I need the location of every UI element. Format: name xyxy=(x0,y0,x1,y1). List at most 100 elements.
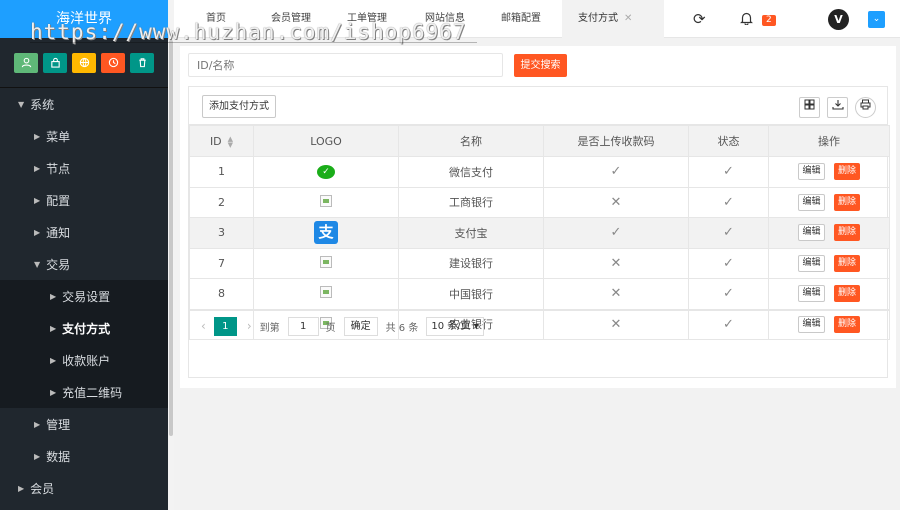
tab-email-config[interactable]: 邮箱配置 xyxy=(501,0,541,38)
sidebar-item-receiving-accounts[interactable]: ▶ 收款账户 xyxy=(0,344,168,376)
lock-icon[interactable] xyxy=(43,52,67,73)
tab-home[interactable]: 首页 xyxy=(206,0,226,38)
next-page-icon[interactable]: › xyxy=(247,319,252,333)
chevron-right-icon: ▶ xyxy=(34,227,41,237)
chevron-right-icon: ▶ xyxy=(50,355,57,365)
column-filter-icon[interactable] xyxy=(799,97,820,118)
page-size-select[interactable]: 10 条/页 ▾ xyxy=(426,316,484,336)
payment-table-container: 添加支付方式 ID ▲ ▼ LOGO 名称 是否上传收款码 状态 操作 1 ✓ … xyxy=(188,86,890,378)
chevron-right-icon: ▶ xyxy=(34,419,41,429)
cell-upload-qr: ✕ xyxy=(543,278,689,310)
chevron-right-icon: ▶ xyxy=(34,131,41,141)
chevron-right-icon: ▶ xyxy=(34,195,41,205)
column-header-name: 名称 xyxy=(398,125,544,157)
cell-upload-qr: ✓ xyxy=(543,217,689,249)
chevron-right-icon: ▶ xyxy=(50,387,57,397)
cell-id: 8 xyxy=(189,278,254,310)
edit-button[interactable]: 编辑 xyxy=(798,254,825,272)
refresh-icon[interactable]: ⟳ xyxy=(693,10,706,28)
tab-ticket-management[interactable]: 工单管理 xyxy=(347,0,387,38)
delete-button[interactable]: 删除 xyxy=(834,285,860,303)
sidebar-scrollbar[interactable] xyxy=(168,0,174,510)
tab-site-info[interactable]: 网站信息 xyxy=(425,0,465,38)
cell-status: ✓ xyxy=(688,217,769,249)
sidebar-item-manage[interactable]: ▶ 管理 xyxy=(0,408,168,440)
cell-id: 7 xyxy=(189,247,254,279)
sidebar-item-label: 交易 xyxy=(46,257,71,272)
cell-name: 微信支付 xyxy=(398,156,544,188)
check-icon: ✓ xyxy=(610,225,622,241)
search-input[interactable] xyxy=(188,53,503,77)
export-icon[interactable] xyxy=(827,97,848,118)
delete-button[interactable]: 删除 xyxy=(834,193,860,211)
cell-logo xyxy=(253,186,399,218)
sidebar-item-label: 收款账户 xyxy=(62,353,111,368)
goto-page-input[interactable]: 1 xyxy=(287,316,319,336)
globe-icon[interactable] xyxy=(72,52,96,73)
edit-button[interactable]: 编辑 xyxy=(798,163,825,181)
page-unit-label: 页 xyxy=(325,322,336,334)
edit-button[interactable]: 编辑 xyxy=(798,285,825,303)
delete-button[interactable]: 删除 xyxy=(834,224,860,242)
cell-status: ✓ xyxy=(688,247,769,279)
search-submit-button[interactable]: 提交搜索 xyxy=(514,54,567,77)
add-payment-method-button[interactable]: 添加支付方式 xyxy=(202,95,276,118)
delete-button[interactable]: 删除 xyxy=(834,163,860,181)
sort-icon[interactable]: ▲ ▼ xyxy=(228,135,233,148)
sidebar-item-payment-methods[interactable]: ▶ 支付方式 xyxy=(0,312,168,344)
broken-image-icon xyxy=(320,286,332,299)
tab-label: 支付方式 xyxy=(578,13,618,24)
edit-button[interactable]: 编辑 xyxy=(798,193,825,211)
brand-title[interactable]: 海洋世界 xyxy=(0,0,168,38)
sidebar-item-data[interactable]: ▶ 数据 xyxy=(0,440,168,472)
clock-icon[interactable] xyxy=(101,52,125,73)
avatar[interactable]: V xyxy=(828,9,849,30)
cell-status: ✓ xyxy=(688,278,769,310)
column-header-id[interactable]: ID ▲ ▼ xyxy=(189,125,254,157)
sidebar-item-system[interactable]: ▼ 系统 xyxy=(0,88,168,120)
sidebar-item-config[interactable]: ▶ 配置 xyxy=(0,184,168,216)
cell-status: ✓ xyxy=(688,186,769,218)
tab-member-management[interactable]: 会员管理 xyxy=(271,0,311,38)
prev-page-icon[interactable]: ‹ xyxy=(201,319,206,333)
broken-image-icon xyxy=(320,255,332,268)
sidebar-item-node[interactable]: ▶ 节点 xyxy=(0,152,168,184)
trash-icon[interactable] xyxy=(130,52,154,73)
delete-button[interactable]: 删除 xyxy=(834,254,860,272)
sidebar-item-recharge-qrcode[interactable]: ▶ 充值二维码 xyxy=(0,376,168,408)
quick-actions xyxy=(0,38,168,88)
watermark-underline xyxy=(30,42,477,43)
top-bar: 首页 会员管理 工单管理 网站信息 邮箱配置 支付方式 ✕ ⟳ 2 V ⌄ xyxy=(174,0,900,38)
column-header-upload-qr: 是否上传收款码 xyxy=(543,125,689,157)
main-panel: 提交搜索 添加支付方式 ID▲▼ LOGO 名称 是否上传收款码 xyxy=(180,46,896,388)
cell-actions: 编辑 删除 xyxy=(768,217,890,249)
cell-upload-qr: ✓ xyxy=(543,156,689,188)
table-row: 2 工商银行 ✕ ✓ 编辑 删除 xyxy=(189,186,890,218)
cell-logo: 支 xyxy=(253,217,399,249)
cross-icon: ✕ xyxy=(610,286,622,302)
user-icon[interactable] xyxy=(14,52,38,73)
cell-id: 2 xyxy=(189,186,254,218)
close-icon[interactable]: ✕ xyxy=(624,13,632,24)
sidebar-item-menu[interactable]: ▶ 菜单 xyxy=(0,120,168,152)
cell-actions: 编辑 删除 xyxy=(768,186,890,218)
tab-payment-methods[interactable]: 支付方式 ✕ xyxy=(562,0,664,38)
scrollbar-thumb[interactable] xyxy=(169,40,173,436)
check-icon: ✓ xyxy=(723,164,734,180)
sidebar-item-trade[interactable]: ▼ 交易 xyxy=(0,248,168,280)
print-icon[interactable] xyxy=(855,97,876,118)
chevron-down-icon[interactable]: ⌄ xyxy=(868,11,885,28)
sidebar-item-label: 系统 xyxy=(30,97,55,112)
edit-button[interactable]: 编辑 xyxy=(798,224,825,242)
sidebar: 海洋世界 ▼ 系统 ▶ 菜单 ▶ 节点 ▶ 配置 ▶ 通知 ▼ 交易 ▶ 交易设置 ▶ 支付方式… xyxy=(0,0,168,510)
bell-icon[interactable] xyxy=(740,11,753,28)
sidebar-item-notice[interactable]: ▶ 通知 xyxy=(0,216,168,248)
sidebar-item-label: 节点 xyxy=(46,161,71,176)
cell-id: 3 xyxy=(189,217,254,249)
cell-name: 中国银行 xyxy=(398,278,544,310)
sidebar-item-member[interactable]: ▶ 会员 xyxy=(0,472,168,504)
table-toolbar: 添加支付方式 xyxy=(189,87,887,125)
goto-confirm-button[interactable]: 确定 xyxy=(343,316,378,336)
sidebar-item-trade-settings[interactable]: ▶ 交易设置 xyxy=(0,280,168,312)
page-number-current[interactable]: 1 xyxy=(213,316,237,336)
